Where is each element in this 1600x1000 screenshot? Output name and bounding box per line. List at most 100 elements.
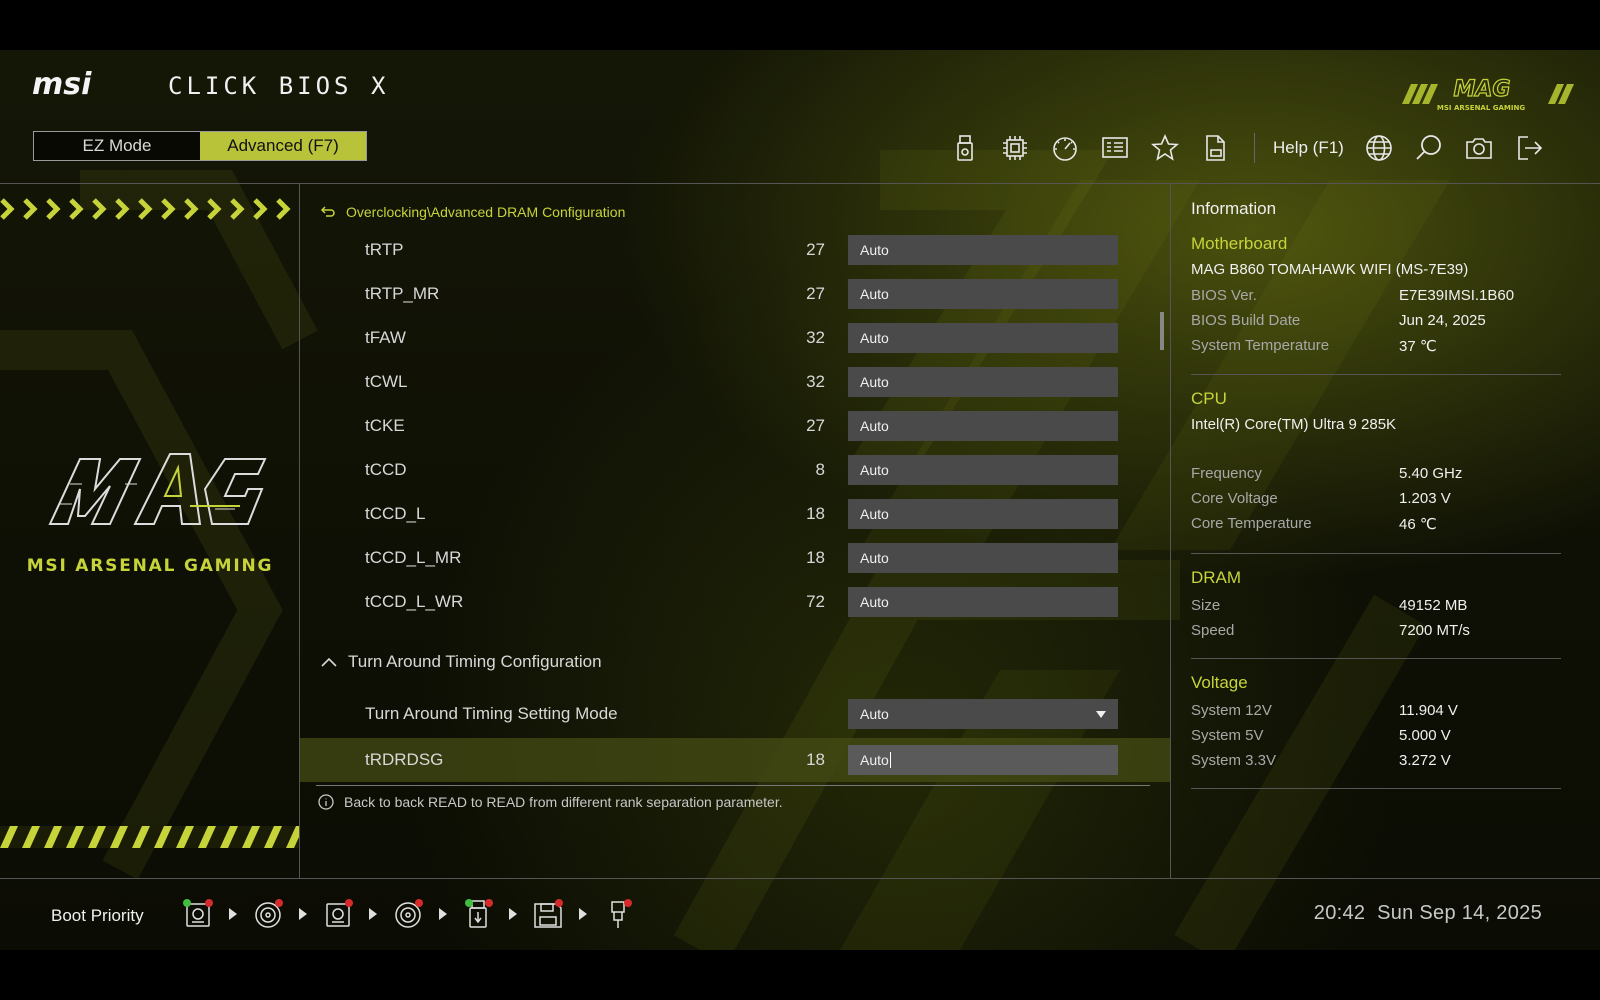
setting-label: Turn Around Timing Setting Mode [365,704,618,723]
msi-logo: msi [32,68,92,100]
setting-current-value: 27 [806,416,825,435]
language-button[interactable] [1354,130,1404,166]
hdd-icon [326,899,353,927]
optical-disc-icon [395,899,423,928]
cpu-model: Intel(R) Core(TM) Ultra 9 285K [1191,416,1397,433]
hardware-monitor-icon [1102,137,1128,158]
svg-text:msi: msi [32,68,92,100]
usb-stick-icon [465,899,493,928]
hdd-icon [183,899,213,927]
boot-device-7[interactable] [600,896,636,932]
search-icon [1416,135,1441,160]
setting-value-field[interactable]: Auto [848,543,1118,573]
help-description-text: Back to back READ to READ from different… [344,794,783,810]
section-label: Turn Around Timing Configuration [348,652,602,671]
svg-text:MAG: MAG [1454,77,1511,102]
system-5v-value: 5.000 V [1399,727,1451,744]
motherboard-heading: Motherboard [1191,234,1288,253]
setting-row-trtp[interactable]: tRTP 27 Auto [300,228,1170,272]
turn-around-mode-select[interactable]: Auto [848,699,1118,729]
setting-row-trtp-mr[interactable]: tRTP_MR 27 Auto [300,272,1170,316]
boot-device-5[interactable] [460,896,496,932]
information-panel: Information Motherboard MAG B860 TOMAHAW… [1170,184,1600,878]
chevron-stripe [0,198,291,220]
system-3v3-value: 3.272 V [1399,752,1451,769]
m-flash-button[interactable] [940,130,990,166]
mode-switch: EZ Mode Advanced (F7) [33,131,367,161]
floppy-icon [534,899,563,928]
setting-row-tccd-l-wr[interactable]: tCCD_L_WR 72 Auto [300,580,1170,624]
advanced-mode-button[interactable]: Advanced (F7) [200,132,366,160]
clock-time: 20:42 [1313,902,1366,924]
help-divider [316,785,1150,786]
setting-label: tCKE [365,416,405,435]
system-12v-label: System 12V [1191,702,1272,719]
scrollbar-thumb[interactable] [1160,312,1164,350]
oc-profile-button[interactable] [1040,130,1090,166]
help-button[interactable]: Help (F1) [1273,138,1344,158]
setting-current-value: 8 [815,460,825,479]
setting-value-field[interactable]: Auto [848,499,1118,529]
setting-value-field[interactable]: Auto [848,411,1118,441]
system-temp-label: System Temperature [1191,337,1330,354]
screenshot-camera-icon [1466,138,1492,159]
mag-logo-small: MAG MSI ARSENAL GAMING [1402,76,1574,112]
setting-row-tcwl[interactable]: tCWL 32 Auto [300,360,1170,404]
input-value: Auto [860,752,889,768]
usb-icon [611,899,632,928]
setting-value-field[interactable]: Auto [848,455,1118,485]
setting-current-value: 18 [806,504,825,523]
voltage-heading: Voltage [1191,673,1248,692]
boot-order-arrow [356,908,390,920]
screenshot-button[interactable] [1454,130,1504,166]
info-divider [1191,553,1561,554]
cpu-info-button[interactable] [990,130,1040,166]
hazard-stripe [0,826,299,848]
exit-icon [1518,136,1542,160]
system-5v-label: System 5V [1191,727,1264,744]
setting-row-turn-around-mode[interactable]: Turn Around Timing Setting Mode Auto [300,692,1170,736]
settings-panel: Overclocking\Advanced DRAM Configuration… [300,184,1170,878]
toolbar: Help (F1) [940,130,1554,166]
setting-label: tRTP [365,240,404,259]
setting-row-tccd[interactable]: tCCD 8 Auto [300,448,1170,492]
search-button[interactable] [1404,130,1454,166]
setting-value-field[interactable]: Auto [848,587,1118,617]
setting-row-trdrdsg[interactable]: tRDRDSG 18 Auto [300,738,1170,782]
log-button[interactable] [1190,130,1240,166]
setting-value-field[interactable]: Auto [848,279,1118,309]
setting-row-tcke[interactable]: tCKE 27 Auto [300,404,1170,448]
setting-current-value: 18 [806,750,825,769]
ez-mode-button[interactable]: EZ Mode [34,132,200,160]
section-turn-around-timing[interactable]: Turn Around Timing Configuration [320,652,602,672]
exit-button[interactable] [1504,130,1554,166]
hardware-monitor-button[interactable] [1090,130,1140,166]
setting-row-tfaw[interactable]: tFAW 32 Auto [300,316,1170,360]
boot-device-1[interactable] [180,896,216,932]
boot-device-6[interactable] [530,896,566,932]
boot-order-arrow [216,908,250,920]
boot-device-4[interactable] [390,896,426,932]
boot-order-arrow [496,908,530,920]
setting-label: tRTP_MR [365,284,440,303]
breadcrumb[interactable]: Overclocking\Advanced DRAM Configuration [320,204,625,220]
favorites-button[interactable] [1140,130,1190,166]
boot-device-2[interactable] [250,896,286,932]
setting-current-value: 32 [806,328,825,347]
trdrdsg-input[interactable]: Auto [848,745,1118,775]
setting-current-value: 72 [806,592,825,611]
bios-screen: msi CLICK BIOS X MAG MSI ARSENAL GAMING … [0,50,1600,950]
setting-value-field[interactable]: Auto [848,367,1118,397]
boot-device-3[interactable] [320,896,356,932]
dram-size-value: 49152 MB [1399,597,1468,614]
setting-value-field[interactable]: Auto [848,235,1118,265]
core-voltage-value: 1.203 V [1399,490,1451,507]
text-cursor [889,752,891,768]
setting-row-tccd-l[interactable]: tCCD_L 18 Auto [300,492,1170,536]
info-divider [1191,658,1561,659]
setting-row-tccd-l-mr[interactable]: tCCD_L_MR 18 Auto [300,536,1170,580]
bios-ver-label: BIOS Ver. [1191,287,1257,304]
clock-date: Sun Sep 14, 2025 [1377,902,1542,924]
setting-label: tCCD_L_MR [365,548,462,567]
setting-value-field[interactable]: Auto [848,323,1118,353]
